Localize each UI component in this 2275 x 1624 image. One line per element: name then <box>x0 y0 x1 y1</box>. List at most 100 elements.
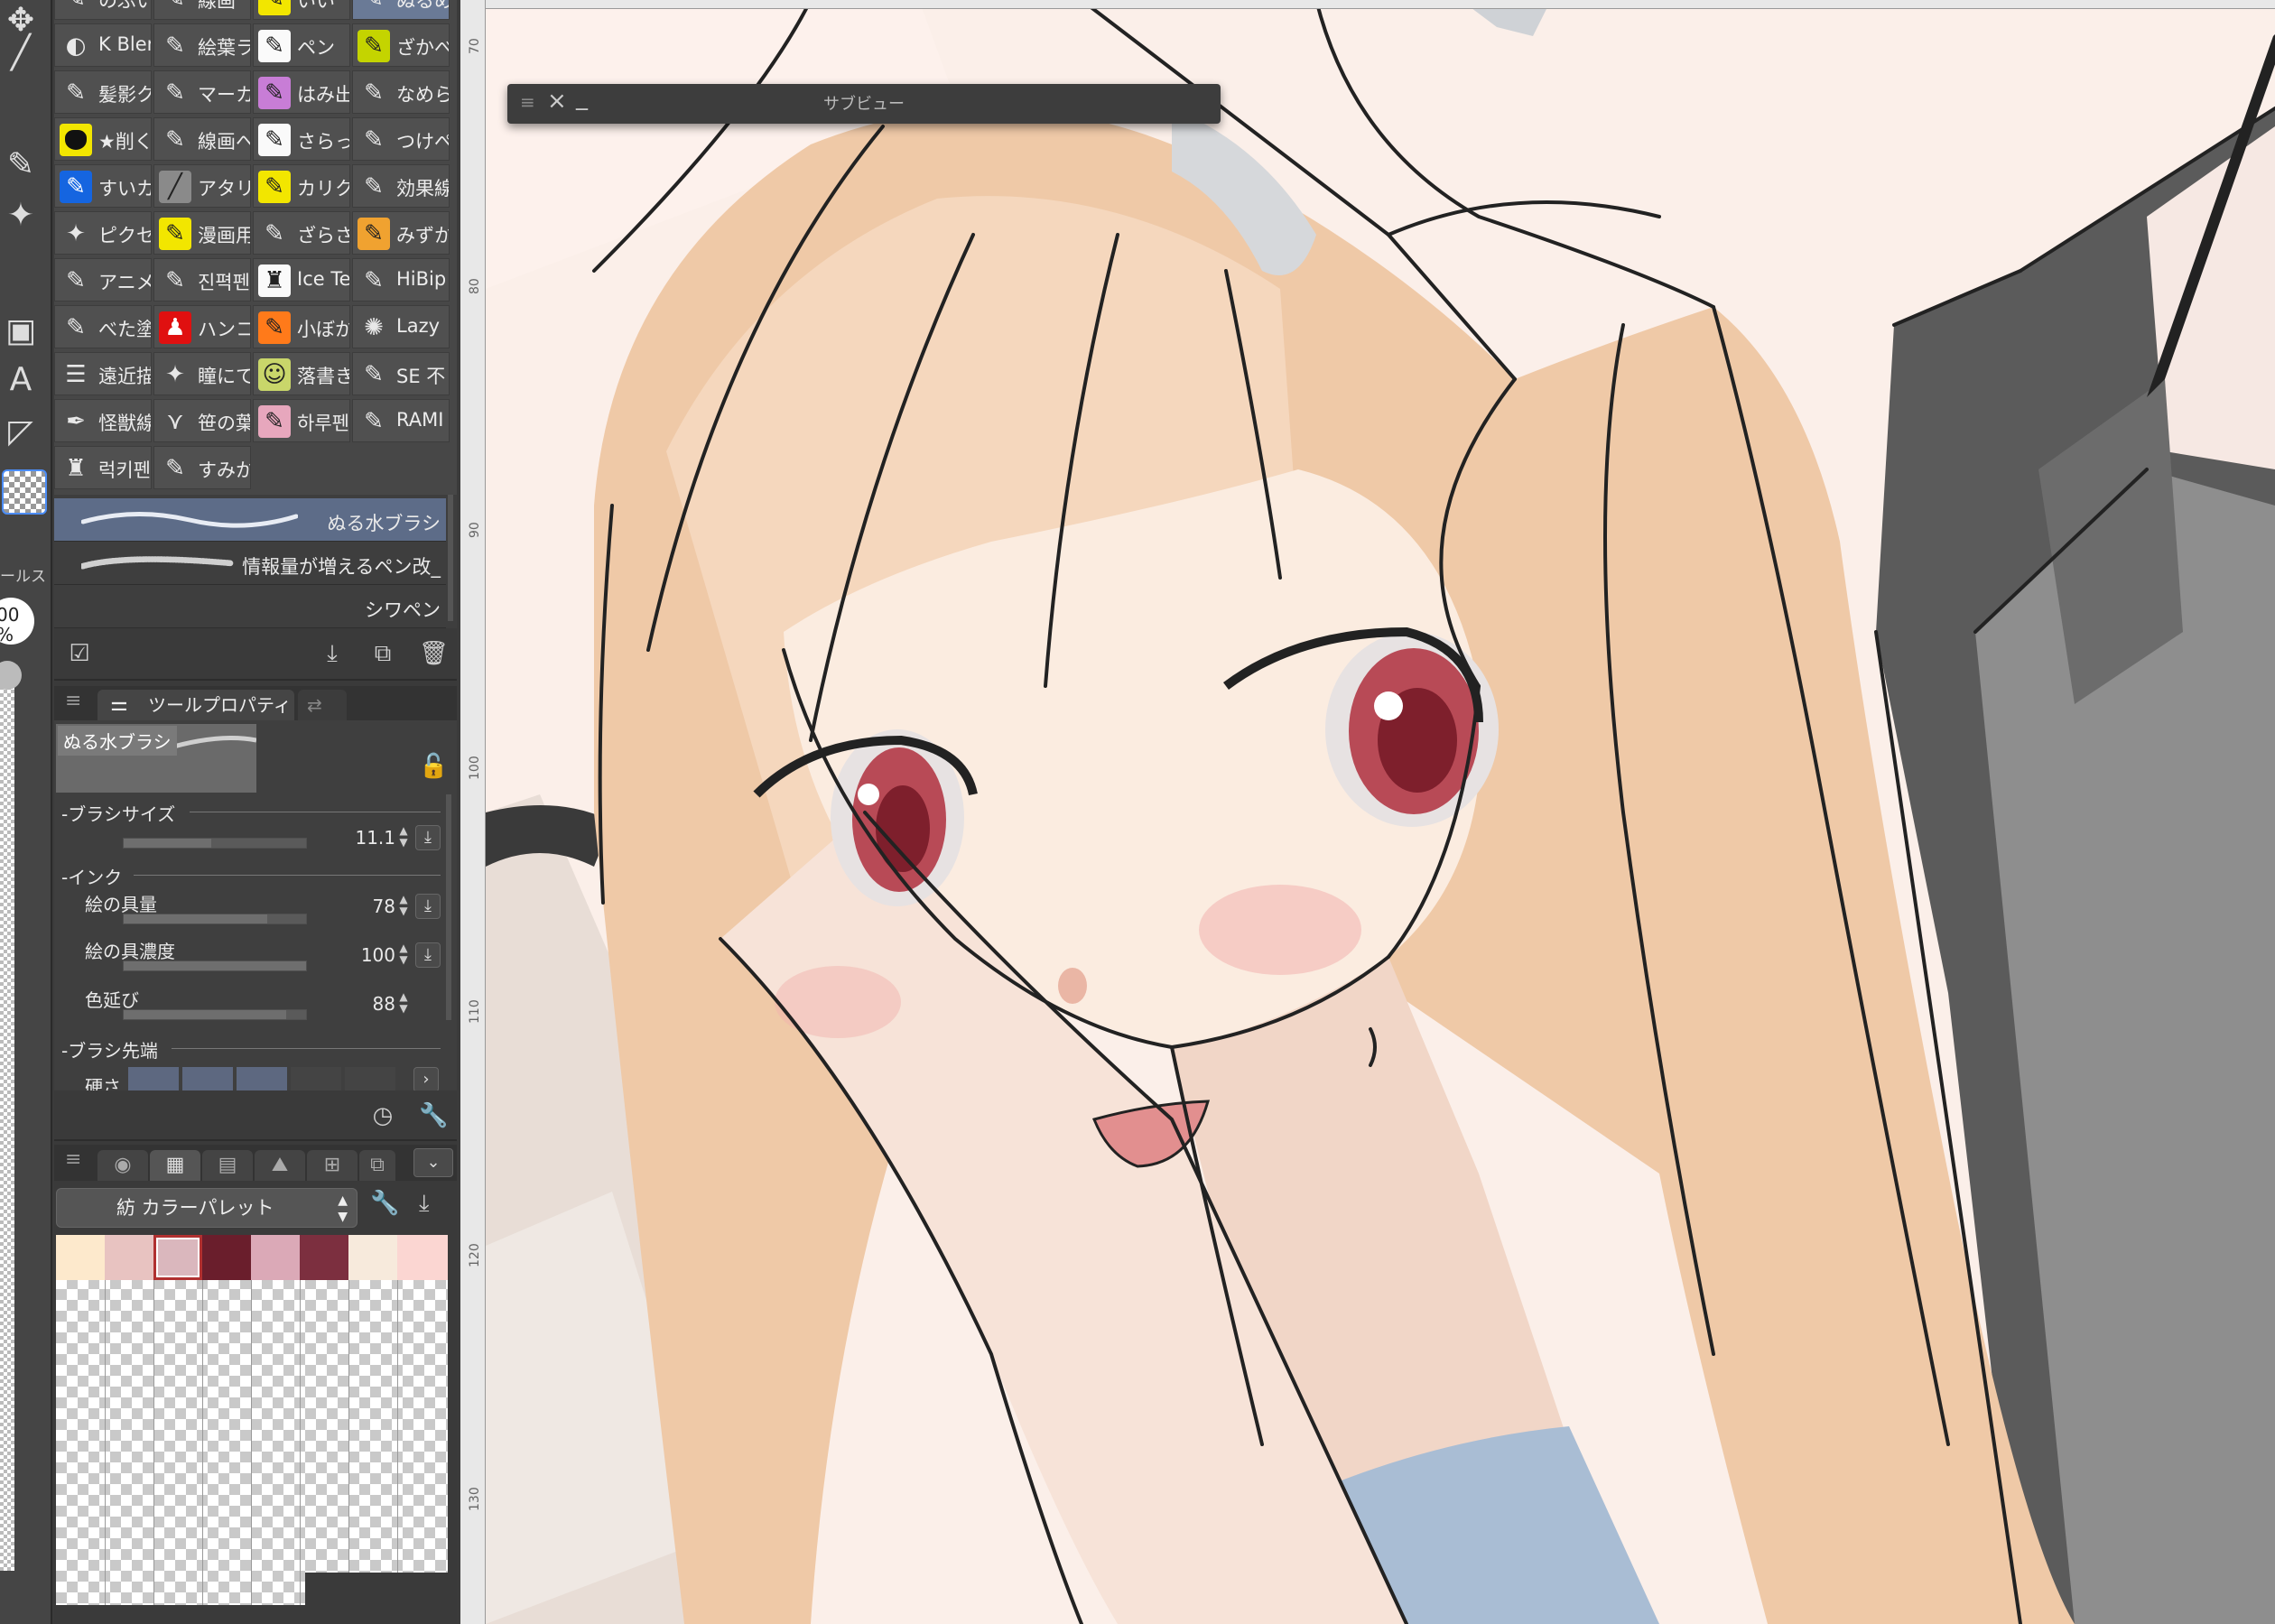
subtool-cell[interactable]: ✎ ペン <box>253 23 350 67</box>
subtool-cell[interactable]: ✎ ざらさ <box>253 211 350 255</box>
color-swatch[interactable] <box>56 1235 105 1280</box>
subtool-cell[interactable]: ✎ みずか <box>352 211 450 255</box>
download-icon[interactable]: ⤓ <box>415 894 441 919</box>
subtool-cell[interactable]: ✎ マーカ <box>153 70 251 114</box>
subtool-cell[interactable]: ✎ 漫画用 <box>153 211 251 255</box>
subtool-cell[interactable]: ✎ 線画へ <box>153 117 251 161</box>
timer-icon[interactable]: ◷ <box>368 1101 397 1130</box>
wrench-icon[interactable]: 🔧 <box>419 1101 448 1130</box>
subtool-cell-active[interactable]: ✎ ぬるめ <box>352 0 450 20</box>
color-swatch[interactable] <box>348 1235 397 1280</box>
subtool-cell[interactable]: ✒ 怪獣線 <box>54 399 152 442</box>
subtool-cell[interactable]: ♜ 럭키펜 <box>54 446 152 489</box>
subtool-cell[interactable]: ✦ 瞳にて <box>153 352 251 395</box>
brush-list-item[interactable]: 情報量が増えるペン改_ <box>54 542 446 585</box>
paint-density-slider[interactable] <box>123 960 307 971</box>
text-tool-icon[interactable]: A <box>0 359 42 401</box>
chevron-right-icon[interactable]: › <box>413 1067 439 1092</box>
brush-list-item[interactable]: シワペン <box>54 585 446 628</box>
subtool-cell[interactable]: ✎ すみか <box>153 446 251 489</box>
color-swatch[interactable] <box>251 1235 300 1280</box>
subview-window[interactable]: ≡ × _ サブビュー <box>507 84 1221 124</box>
download-icon[interactable]: ⤓ <box>415 942 441 968</box>
brush-list-item-selected[interactable]: ぬる水ブラシ <box>54 498 446 542</box>
color-swatch[interactable] <box>300 1235 348 1280</box>
tab-more[interactable]: ⧉ <box>359 1150 395 1181</box>
tab-color-set[interactable]: ⛰ <box>255 1150 305 1181</box>
subtool-cell[interactable]: ✎ べた塗 <box>54 305 152 348</box>
subtool-cell[interactable]: ✎ つけぺ <box>352 117 450 161</box>
stepper-icon[interactable]: ▲ ▼ <box>397 991 410 1016</box>
menu-icon[interactable]: ≡ <box>65 690 81 712</box>
subtool-cell[interactable]: ✎ 하루펜 <box>253 399 350 442</box>
subtool-cell[interactable]: ✎ 小ぼか <box>253 305 350 348</box>
subtool-cell[interactable]: ✦ ピクセ <box>54 211 152 255</box>
subtool-cell[interactable]: ◐ K Blen <box>54 23 152 67</box>
subtool-cell[interactable]: ♟ ハンコ <box>153 305 251 348</box>
line-tool-icon[interactable]: ╱ <box>0 32 42 74</box>
opacity-slider-track[interactable] <box>0 668 14 1571</box>
paint-amount-slider[interactable] <box>123 914 307 924</box>
palette-set-select[interactable]: 紡 カラーパレット ▲ ▼ <box>56 1188 358 1228</box>
subtool-cell[interactable]: ✎ なめら <box>352 70 450 114</box>
wrench-icon[interactable]: 🔧 <box>370 1190 399 1217</box>
color-swatch-selected[interactable] <box>153 1235 202 1280</box>
download-icon[interactable]: ⤓ <box>415 825 441 850</box>
color-swatch[interactable] <box>105 1235 153 1280</box>
menu-icon[interactable]: ≡ <box>65 1148 81 1171</box>
stepper-icon[interactable]: ▲ ▼ <box>397 825 410 850</box>
subtool-cell[interactable]: ✎ SE 不 <box>352 352 450 395</box>
subtool-cell[interactable]: ✎ 진펵펜 <box>153 258 251 302</box>
stepper-icon[interactable]: ▲ ▼ <box>397 894 410 919</box>
pen-tool-icon[interactable]: ✎ <box>0 144 42 186</box>
subtool-cell[interactable]: ✎ HiBip <box>352 258 450 302</box>
chevron-down-icon[interactable]: ⌄ <box>413 1148 453 1177</box>
subtool-cell[interactable]: ✎ いい <box>253 0 350 20</box>
color-swatch[interactable] <box>202 1235 251 1280</box>
subtool-cell[interactable]: ✎ さらっ <box>253 117 350 161</box>
tab-layer-tree[interactable]: ⊞ <box>307 1150 358 1181</box>
unlock-icon[interactable]: 🔓 <box>419 753 448 780</box>
transparent-color-icon[interactable] <box>2 469 47 515</box>
subtool-cell[interactable]: ✎ すいカ <box>54 164 152 208</box>
duplicate-icon[interactable]: ⧉ <box>368 639 397 668</box>
tab-secondary[interactable]: ⇄ <box>298 690 347 720</box>
download-icon[interactable]: ⤓ <box>419 1190 430 1218</box>
trash-icon[interactable]: 🗑 <box>419 639 449 668</box>
subtool-cell[interactable]: ✎ 線画 <box>153 0 251 20</box>
subtool-cell[interactable]: ╱ アタリ <box>153 164 251 208</box>
subtool-cell[interactable]: ⋎ 笹の葉 <box>153 399 251 442</box>
brush-list-scrollbar[interactable] <box>448 495 453 621</box>
tab-color-history[interactable]: ▤ <box>202 1150 253 1181</box>
subtool-cell[interactable]: ✎ はみ出 <box>253 70 350 114</box>
subtool-cell[interactable]: ✎ 髪影ク <box>54 70 152 114</box>
subtool-cell[interactable]: ☺ 落書き <box>253 352 350 395</box>
subtool-cell[interactable]: ☰ 遠近描 <box>54 352 152 395</box>
subtool-cell[interactable]: ✎ カリク <box>253 164 350 208</box>
subtool-cell[interactable]: ✎ アニメ <box>54 258 152 302</box>
brush-size-slider[interactable] <box>123 838 307 849</box>
opacity-slider-knob[interactable] <box>0 661 22 690</box>
sparkle-tool-icon[interactable]: ✦ <box>0 195 42 237</box>
subtool-cell[interactable]: ✎ のぶい <box>54 0 152 20</box>
subtool-cell[interactable]: ✺ Lazy <box>352 305 450 348</box>
checkbox-icon[interactable]: ☑ <box>65 639 94 668</box>
subtool-cell[interactable]: ✎ 効果線 <box>352 164 450 208</box>
color-swatch[interactable] <box>397 1235 448 1280</box>
tab-color-palette[interactable]: ▦ <box>150 1150 200 1181</box>
subtool-cell[interactable]: ✎ RAMI <box>352 399 450 442</box>
pen-icon: ✎ <box>364 408 384 435</box>
color-stretch-slider[interactable] <box>123 1009 307 1020</box>
tab-tool-property[interactable]: ⚌ ツールプロパティ <box>98 690 294 720</box>
download-icon[interactable]: ⤓ <box>318 639 347 668</box>
subtool-cell[interactable]: ★削く <box>54 117 152 161</box>
frame-tool-icon[interactable]: ◸ <box>0 412 42 453</box>
tool-property-scrollbar[interactable] <box>446 794 451 1020</box>
subtool-cell[interactable]: ✎ ざかべ <box>352 23 450 67</box>
drawing-canvas[interactable] <box>486 0 2275 1624</box>
stepper-icon[interactable]: ▲ ▼ <box>397 942 410 968</box>
gradient-tool-icon[interactable]: ▣ <box>0 311 42 352</box>
tab-color-wheel[interactable]: ◉ <box>98 1150 148 1181</box>
subtool-cell[interactable]: ♜ Ice Te <box>253 258 350 302</box>
subtool-cell[interactable]: ✎ 絵葉ラ <box>153 23 251 67</box>
